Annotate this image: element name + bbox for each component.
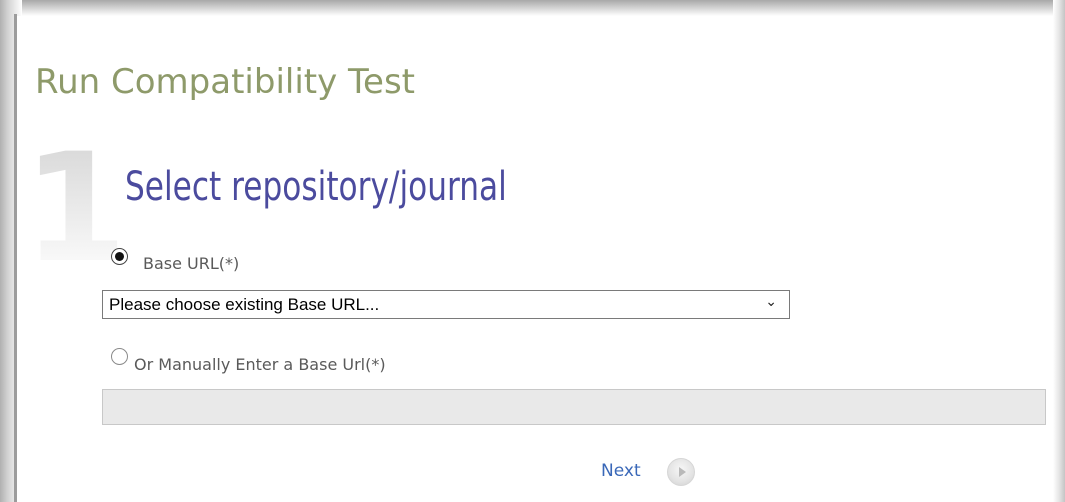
page-content: Run Compatibility Test 1 Select reposito… — [17, 16, 1053, 502]
window-right-shadow — [1053, 0, 1065, 502]
base-url-select-value: Please choose existing Base URL... — [109, 295, 380, 314]
chevron-down-icon: ⌄ — [765, 294, 777, 310]
window-top-shadow — [0, 0, 1065, 16]
manual-url-input[interactable] — [102, 389, 1046, 425]
step-title: Select repository/journal — [125, 164, 507, 210]
base-url-radio-label: Base URL(*) — [143, 254, 240, 273]
next-link[interactable]: Next — [601, 461, 641, 481]
page-title: Run Compatibility Test — [35, 62, 415, 102]
manual-url-radio-label: Or Manually Enter a Base Url(*) — [134, 355, 386, 374]
play-circle-icon[interactable] — [667, 458, 695, 486]
base-url-radio[interactable] — [111, 248, 128, 265]
base-url-select[interactable]: Please choose existing Base URL... ⌄ — [102, 290, 790, 319]
manual-url-radio[interactable] — [111, 348, 128, 365]
